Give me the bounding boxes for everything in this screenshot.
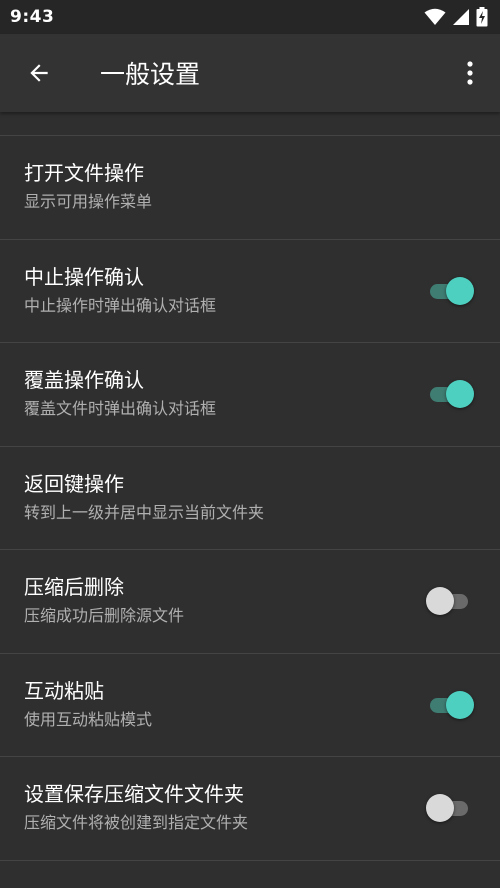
switch-thumb (426, 794, 454, 823)
more-vert-icon (467, 61, 473, 85)
setting-subtitle: 压缩成功后删除源文件 (24, 606, 185, 626)
battery-charging-icon (476, 7, 488, 27)
list-top-divider (0, 112, 500, 136)
arrow-back-icon (30, 64, 48, 82)
setting-title: 中止操作确认 (24, 264, 144, 289)
setting-subtitle: 覆盖文件时弹出确认对话框 (24, 399, 217, 419)
setting-compress-folder[interactable]: 设置保存压缩文件文件夹 压缩文件将被创建到指定文件夹 (0, 757, 500, 861)
setting-subtitle: 使用互动粘贴模式 (24, 709, 153, 729)
setting-title: 打开文件操作 (24, 161, 144, 186)
setting-subtitle: 转到上一级并居中显示当前文件夹 (24, 502, 265, 522)
setting-back-key-action[interactable]: 返回键操作 转到上一级并居中显示当前文件夹 (0, 447, 500, 550)
overwrite-confirm-switch[interactable] (426, 379, 476, 409)
delete-after-compress-switch[interactable] (426, 586, 476, 616)
page-title: 一般设置 (100, 60, 201, 89)
switch-thumb (446, 380, 474, 409)
status-bar: 9:43 (0, 0, 500, 34)
interactive-paste-switch[interactable] (426, 690, 476, 720)
wifi-icon (424, 8, 446, 25)
setting-subtitle: 显示可用操作菜单 (24, 192, 153, 212)
switch-thumb (446, 690, 474, 719)
compress-folder-switch[interactable] (426, 793, 476, 823)
back-button[interactable] (0, 34, 78, 112)
status-time: 9:43 (10, 7, 55, 27)
setting-abort-confirm[interactable]: 中止操作确认 中止操作时弹出确认对话框 (0, 240, 500, 343)
setting-title: 互动粘贴 (24, 678, 104, 703)
status-icons (424, 7, 488, 27)
setting-subtitle: 中止操作时弹出确认对话框 (24, 295, 217, 315)
setting-title: 覆盖操作确认 (24, 368, 144, 393)
switch-thumb (426, 587, 454, 616)
switch-thumb (446, 276, 474, 305)
abort-confirm-switch[interactable] (426, 276, 476, 306)
setting-interactive-paste[interactable]: 互动粘贴 使用互动粘贴模式 (0, 654, 500, 757)
setting-subtitle: 压缩文件将被创建到指定文件夹 (24, 813, 249, 833)
setting-delete-after-compress[interactable]: 压缩后删除 压缩成功后删除源文件 (0, 550, 500, 654)
app-bar: 一般设置 (0, 34, 500, 112)
setting-open-file-action[interactable]: 打开文件操作 显示可用操作菜单 (0, 136, 500, 240)
settings-list: 打开文件操作 显示可用操作菜单 中止操作确认 中止操作时弹出确认对话框 覆盖操作… (0, 112, 500, 888)
setting-title: 返回键操作 (24, 471, 124, 496)
more-options-button[interactable] (440, 34, 500, 112)
setting-overwrite-confirm[interactable]: 覆盖操作确认 覆盖文件时弹出确认对话框 (0, 343, 500, 447)
setting-title: 设置保存压缩文件文件夹 (24, 782, 244, 807)
setting-title: 压缩后删除 (24, 575, 124, 600)
signal-icon (453, 9, 469, 25)
